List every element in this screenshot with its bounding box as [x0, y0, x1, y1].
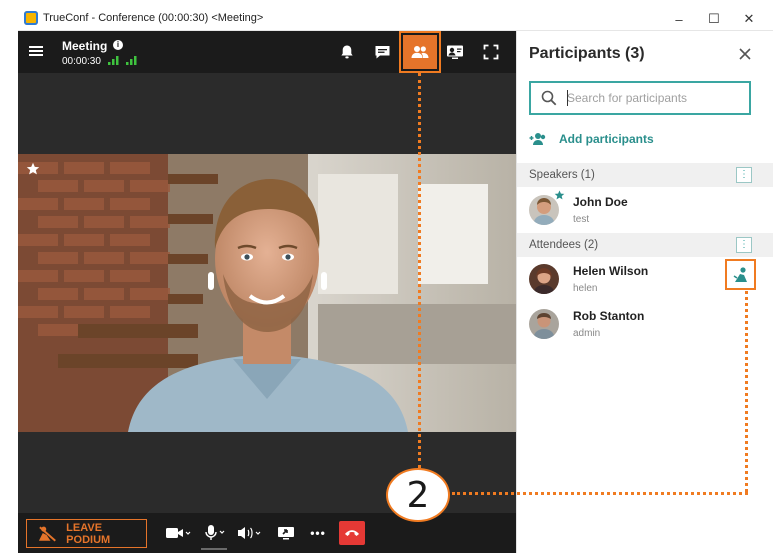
- bottom-control-bar: LEAVE PODIUM •••: [18, 513, 516, 553]
- text-caret: [567, 90, 568, 106]
- camera-icon: [166, 528, 191, 538]
- info-icon[interactable]: i: [113, 40, 123, 50]
- search-icon: [541, 90, 557, 106]
- bell-icon[interactable]: [336, 41, 358, 63]
- invite-to-podium-button[interactable]: [725, 259, 756, 290]
- microphone-toggle-button[interactable]: [202, 521, 230, 545]
- trueconf-logo-icon: [24, 11, 38, 25]
- add-participants-button[interactable]: Add participants: [529, 130, 654, 148]
- section-header-attendees: Attendees (2) ⋮: [517, 233, 773, 257]
- microphone-icon: [205, 525, 225, 540]
- chat-icon[interactable]: [371, 41, 393, 63]
- microphone-level-bar: [201, 548, 227, 550]
- window-close-button[interactable]: ✕: [736, 10, 762, 28]
- panel-close-icon[interactable]: [736, 45, 754, 63]
- speaker-star-icon: [554, 190, 565, 200]
- speaker-video-frame[interactable]: [18, 154, 516, 432]
- participant-name: Rob Stanton: [573, 309, 645, 323]
- window-title: TrueConf - Conference (00:00:30) <Meetin…: [43, 12, 264, 24]
- leave-podium-icon: [38, 526, 56, 541]
- hamburger-menu-icon[interactable]: [28, 43, 44, 59]
- speaker-volume-button[interactable]: [236, 521, 266, 545]
- participants-panel: Participants (3) Add participants Speake…: [516, 31, 773, 553]
- video-area: Meeting i 00:00:30 LEAVE PODIUM •••: [18, 31, 516, 553]
- avatar: [529, 309, 559, 339]
- window-titlebar: TrueConf - Conference (00:00:30) <Meetin…: [18, 7, 773, 31]
- camera-toggle-button[interactable]: [164, 521, 194, 545]
- meeting-title: Meeting: [62, 39, 108, 53]
- section-more-options-icon[interactable]: ⋮: [736, 237, 752, 253]
- podium-invite-icon: [733, 266, 747, 282]
- callout-connector-line: [418, 73, 421, 468]
- participants-button[interactable]: [399, 31, 441, 73]
- participant-row[interactable]: John Doe test: [517, 187, 773, 233]
- participant-login: admin: [573, 328, 601, 339]
- content-share-icon[interactable]: [444, 41, 466, 63]
- meeting-timer: 00:00:30: [62, 56, 101, 67]
- section-header-speakers: Speakers (1) ⋮: [517, 163, 773, 187]
- fullscreen-icon[interactable]: [480, 41, 502, 63]
- callout-connector-line: [452, 492, 748, 495]
- hang-up-button[interactable]: [339, 521, 365, 545]
- avatar: [529, 264, 559, 294]
- speaker-video-image: [18, 154, 516, 432]
- maximize-button[interactable]: ☐: [701, 10, 727, 28]
- signal-strength-icon: [126, 56, 137, 65]
- more-options-button[interactable]: •••: [306, 521, 330, 545]
- participant-login: test: [573, 214, 590, 225]
- participants-icon: [411, 46, 429, 58]
- callout-connector-line: [745, 291, 748, 492]
- phone-hangup-icon: [345, 530, 359, 536]
- minimize-button[interactable]: –: [666, 10, 692, 28]
- add-user-icon: [529, 133, 546, 145]
- speaker-icon: [238, 527, 261, 539]
- screen-share-icon: [278, 527, 294, 540]
- section-more-options-icon[interactable]: ⋮: [736, 167, 752, 183]
- screen-share-button[interactable]: [274, 521, 298, 545]
- leave-podium-label: LEAVE PODIUM: [66, 521, 111, 546]
- participant-name: Helen Wilson: [573, 264, 649, 278]
- section-label: Speakers (1): [529, 169, 595, 181]
- participant-search-input[interactable]: [567, 89, 743, 107]
- panel-title: Participants (3): [529, 45, 645, 62]
- section-label: Attendees (2): [529, 239, 599, 251]
- participant-name: John Doe: [573, 195, 628, 209]
- participant-row[interactable]: Rob Stanton admin: [517, 301, 773, 347]
- add-participants-label: Add participants: [559, 132, 654, 146]
- pinned-star-icon: [26, 162, 40, 175]
- leave-podium-button[interactable]: LEAVE PODIUM: [26, 519, 147, 548]
- callout-number-badge: 2: [386, 468, 450, 522]
- signal-strength-icon: [108, 56, 119, 65]
- participant-search-box: [529, 81, 751, 115]
- participant-login: helen: [573, 283, 598, 294]
- top-toolbar: Meeting i 00:00:30: [18, 31, 516, 73]
